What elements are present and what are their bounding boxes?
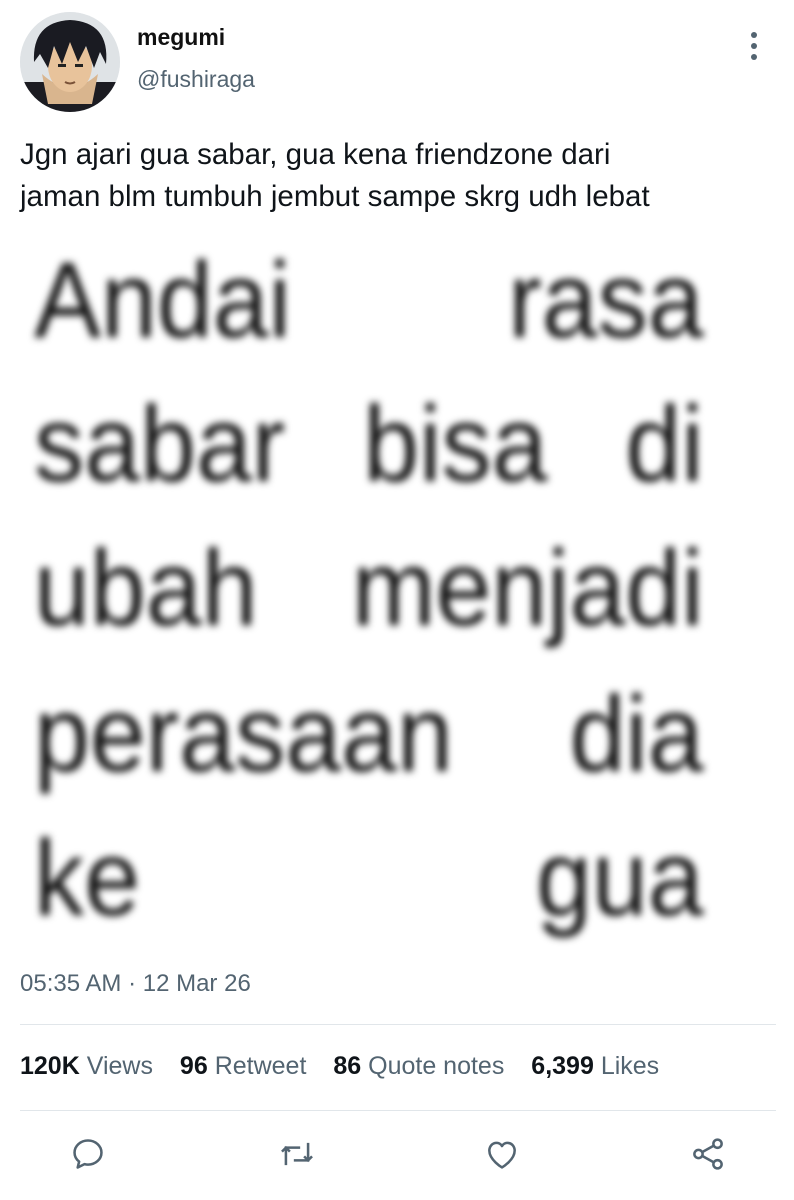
views-count: 120K <box>20 1052 80 1080</box>
image-text-line: ubah menjadi <box>34 527 704 648</box>
tweet-image[interactable]: Andai rasa sabar bisa di ubah menjadi perasa… <box>20 238 780 956</box>
retweet-icon <box>281 1142 313 1166</box>
divider <box>20 1024 776 1025</box>
tweet-header: megumi @fushiraga <box>0 0 794 120</box>
share-icon <box>693 1138 723 1170</box>
avatar-image <box>20 12 120 112</box>
tweet-text: Jgn ajari gua sabar, gua kena friendzone… <box>20 134 780 218</box>
image-text-line: Andai rasa <box>34 239 704 360</box>
quote-stat[interactable]: 86 Quote notes <box>333 1052 504 1081</box>
tweet-stats: 120K Views 96 Retweet 86 Quote notes 6,3… <box>20 1052 679 1088</box>
retweet-button[interactable] <box>273 1130 321 1178</box>
retweet-label: Retweet <box>214 1052 307 1080</box>
more-options-icon[interactable] <box>736 26 772 66</box>
share-button[interactable] <box>684 1130 732 1178</box>
retweet-count: 96 <box>179 1052 208 1080</box>
quote-label: Quote notes <box>368 1052 505 1080</box>
like-icon <box>488 1141 516 1169</box>
views-label: Views <box>86 1052 153 1080</box>
avatar[interactable] <box>20 12 120 112</box>
like-button[interactable] <box>478 1130 526 1178</box>
action-bar <box>0 1130 794 1186</box>
image-text-line: ke gua <box>34 817 704 938</box>
likes-count: 6,399 <box>531 1052 594 1080</box>
likes-label: Likes <box>600 1052 660 1080</box>
tweet-timestamp[interactable]: 05:35 AM · 12 Mar 26 <box>20 970 251 998</box>
tweet-text-line: Jgn ajari gua sabar, gua kena friendzone… <box>20 138 611 171</box>
image-text-line: perasaan dia <box>34 673 704 794</box>
image-text-line: sabar bisa di <box>34 383 704 504</box>
tweet-text-line: jaman blm tumbuh jembut sampe skrg udh l… <box>20 180 650 213</box>
divider <box>20 1110 776 1111</box>
likes-stat[interactable]: 6,399 Likes <box>531 1052 659 1081</box>
display-name[interactable]: megumi <box>137 24 225 51</box>
user-handle[interactable]: @fushiraga <box>137 66 255 93</box>
views-stat[interactable]: 120K Views <box>20 1052 153 1081</box>
reply-button[interactable] <box>64 1130 112 1178</box>
reply-icon <box>73 1139 103 1169</box>
retweet-stat[interactable]: 96 Retweet <box>180 1052 306 1081</box>
quote-count: 86 <box>333 1052 362 1080</box>
